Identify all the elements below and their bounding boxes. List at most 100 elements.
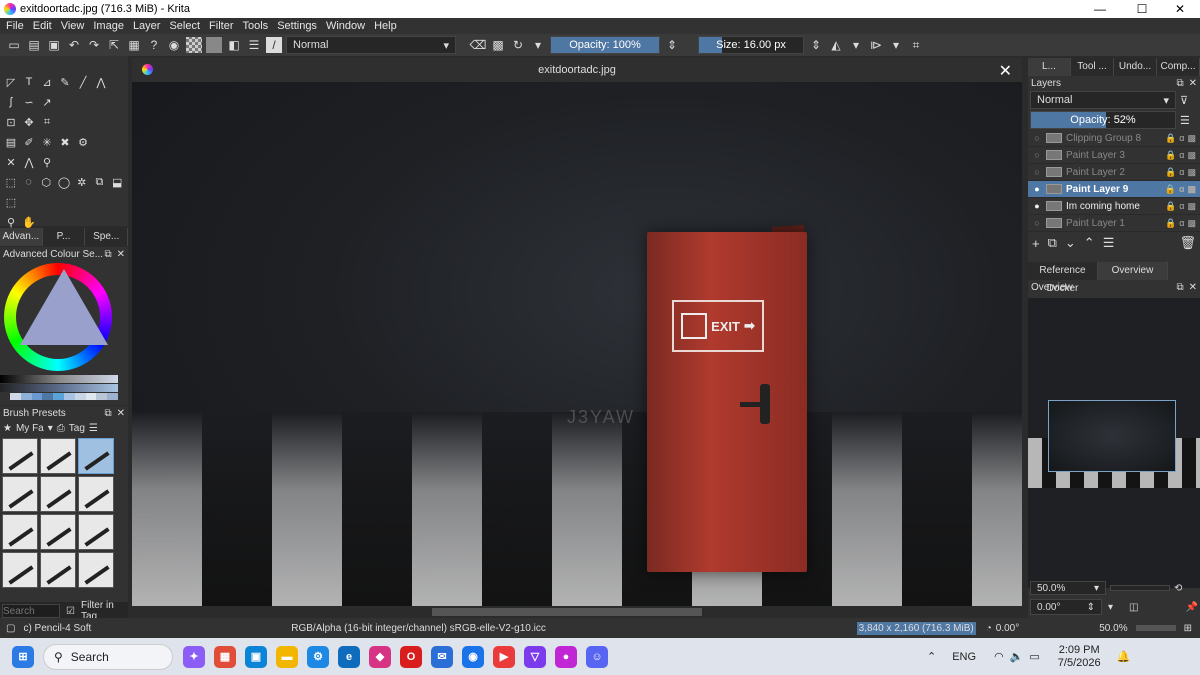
alpha-icon[interactable]: α <box>1179 133 1184 144</box>
menu-select[interactable]: Select <box>169 20 200 32</box>
tab-overview[interactable]: Overview <box>1098 262 1168 280</box>
dynamic-brush-icon[interactable]: ↗ <box>40 95 54 109</box>
media-player-icon[interactable]: ▶ <box>493 645 515 668</box>
fill-swatch-icon[interactable] <box>206 37 222 53</box>
reference-tool-icon[interactable]: ⚲ <box>40 155 54 169</box>
duplicate-layer-icon[interactable]: ⧉ <box>1048 235 1057 251</box>
save-icon[interactable]: ▣ <box>46 37 62 53</box>
menu-settings[interactable]: Settings <box>277 20 317 32</box>
alpha-icon[interactable]: α <box>1179 184 1185 195</box>
menu-icon[interactable]: ☰ <box>1180 114 1190 127</box>
magnetic-select-icon[interactable]: ⬚ <box>4 195 18 209</box>
brush-preset-selected[interactable] <box>78 438 114 474</box>
move-layer-up-icon[interactable]: ⌃ <box>1084 235 1095 251</box>
chevron-down-icon[interactable]: ▾ <box>48 423 53 434</box>
scrollbar-thumb[interactable] <box>432 608 702 616</box>
alpha-lock-icon[interactable]: ▩ <box>490 37 506 53</box>
menu-view[interactable]: View <box>61 20 85 32</box>
image-dimensions[interactable]: 3,840 x 2,160 (716.3 MiB) <box>856 621 976 635</box>
hue-gradient-bar[interactable] <box>0 384 118 392</box>
swatch[interactable] <box>74 393 86 400</box>
layer-row[interactable]: ○ Paint Layer 3 🔒 α ▩ <box>1028 147 1200 164</box>
enclose-fill-icon[interactable]: ⚙ <box>76 135 90 149</box>
tab-undo-history[interactable]: Undo... <box>1114 58 1157 76</box>
canvas-tab[interactable]: exitdoortadc.jpg ✕ <box>132 58 1022 82</box>
proton-icon[interactable]: ▽ <box>524 645 546 668</box>
visibility-icon[interactable]: ○ <box>1032 218 1042 228</box>
overview-zoom-slider[interactable] <box>1110 585 1170 591</box>
language-indicator[interactable]: ENG <box>952 651 976 663</box>
text-tool-icon[interactable]: T <box>22 75 36 89</box>
value-gradient-bar[interactable] <box>0 375 118 383</box>
alpha-icon[interactable]: α <box>1179 201 1184 212</box>
layer-row[interactable]: ○ Paint Layer 1 🔒 α ▩ <box>1028 215 1200 232</box>
move-layer-down-icon[interactable]: ⌄ <box>1065 235 1076 251</box>
pan-tool-icon[interactable]: ✋ <box>22 215 36 229</box>
edge-browser-icon[interactable]: e <box>338 645 360 668</box>
krita-taskbar-icon[interactable]: ● <box>555 645 577 668</box>
chevron-down-icon[interactable]: ▾ <box>1108 602 1113 613</box>
layer-opacity-slider[interactable]: Opacity: 52% <box>1030 111 1176 129</box>
menu-help[interactable]: Help <box>374 20 397 32</box>
alpha-icon[interactable]: α <box>1179 218 1184 229</box>
mirror-vertical-icon[interactable]: ⧐ <box>868 37 884 53</box>
overview-preview[interactable] <box>1028 298 1200 588</box>
refresh-icon[interactable]: ⟲ <box>1174 583 1182 594</box>
brush-preset[interactable] <box>78 514 114 550</box>
notification-bell-icon[interactable]: 🔔 <box>1117 650 1131 663</box>
layer-row[interactable]: ● Im coming home 🔒 α ▩ <box>1028 198 1200 215</box>
add-layer-icon[interactable]: + <box>1032 236 1040 251</box>
delete-layer-icon[interactable]: 🗑 <box>1179 235 1196 251</box>
swatch[interactable] <box>107 393 118 400</box>
swatch[interactable] <box>31 393 43 400</box>
freehand-brush-icon[interactable]: ✎ <box>58 75 72 89</box>
checkbox-icon[interactable]: ☑ <box>66 606 75 617</box>
float-docker-icon[interactable]: ⧉ <box>104 408 111 419</box>
close-window-button[interactable]: ✕ <box>1160 0 1200 18</box>
tab-compositions[interactable]: Comp... <box>1157 58 1200 76</box>
brush-preset[interactable] <box>2 438 38 474</box>
blend-mode-select[interactable]: Normal ▾ <box>286 36 456 54</box>
brush-preset[interactable] <box>40 476 76 512</box>
color-triangle[interactable] <box>20 269 108 345</box>
close-document-icon[interactable]: ✕ <box>999 61 1012 81</box>
swatch[interactable] <box>20 393 32 400</box>
help-icon[interactable]: ? <box>146 37 162 53</box>
layer-blend-mode-select[interactable]: Normal ▾ <box>1030 91 1176 109</box>
similar-select-icon[interactable]: ⧉ <box>93 175 107 189</box>
visibility-icon[interactable]: ● <box>1032 201 1042 211</box>
alpha-icon[interactable]: α <box>1179 150 1184 161</box>
brush-preset[interactable] <box>78 476 114 512</box>
transform-tool-icon[interactable]: ⊡ <box>4 115 18 129</box>
image-canvas[interactable]: EXIT ➡ J3YAW <box>132 82 1022 606</box>
brush-preset[interactable] <box>2 514 38 550</box>
lock-icon[interactable]: 🔒 <box>1165 133 1176 144</box>
wrap-around-icon[interactable]: ⌗ <box>908 37 924 53</box>
reload-preset-icon[interactable]: ↻ <box>510 37 526 53</box>
menu-file[interactable]: File <box>6 20 24 32</box>
brush-preset[interactable] <box>40 514 76 550</box>
assistant-tool-icon[interactable]: ✕ <box>4 155 18 169</box>
filter-icon[interactable]: ⊽ <box>1180 94 1188 107</box>
lock-icon[interactable]: 🔒 <box>1165 184 1176 195</box>
overview-zoom-select[interactable]: 50.0% ▾ <box>1030 581 1106 595</box>
size-slider[interactable]: Size: 16.00 px <box>698 36 804 54</box>
zoom-slider[interactable] <box>1135 625 1176 631</box>
undo-icon[interactable]: ↶ <box>66 37 82 53</box>
close-docker-icon[interactable]: ✕ <box>1189 282 1197 293</box>
stepper-icon[interactable]: ⇕ <box>664 37 680 53</box>
rotate-icon[interactable]: ◔ <box>986 623 992 634</box>
pin-icon[interactable]: 📌 <box>1186 602 1198 613</box>
fill-tool-icon[interactable]: ✖ <box>58 135 72 149</box>
lock-icon[interactable]: 🔒 <box>1165 218 1176 229</box>
visibility-icon[interactable]: ● <box>1032 184 1042 194</box>
rotation-input[interactable]: 0.00° ⇕ <box>1030 599 1102 615</box>
opera-icon[interactable]: O <box>400 645 422 668</box>
inherit-alpha-icon[interactable]: ▩ <box>1187 150 1196 161</box>
select-shapes-icon[interactable]: ◸ <box>4 75 18 89</box>
brush-preset[interactable] <box>78 552 114 588</box>
freehand-select-icon[interactable]: ◯ <box>57 175 71 189</box>
visibility-icon[interactable]: ○ <box>1032 150 1042 160</box>
tab-layers[interactable]: L... <box>1028 58 1071 76</box>
maximize-button[interactable]: ☐ <box>1122 0 1162 18</box>
